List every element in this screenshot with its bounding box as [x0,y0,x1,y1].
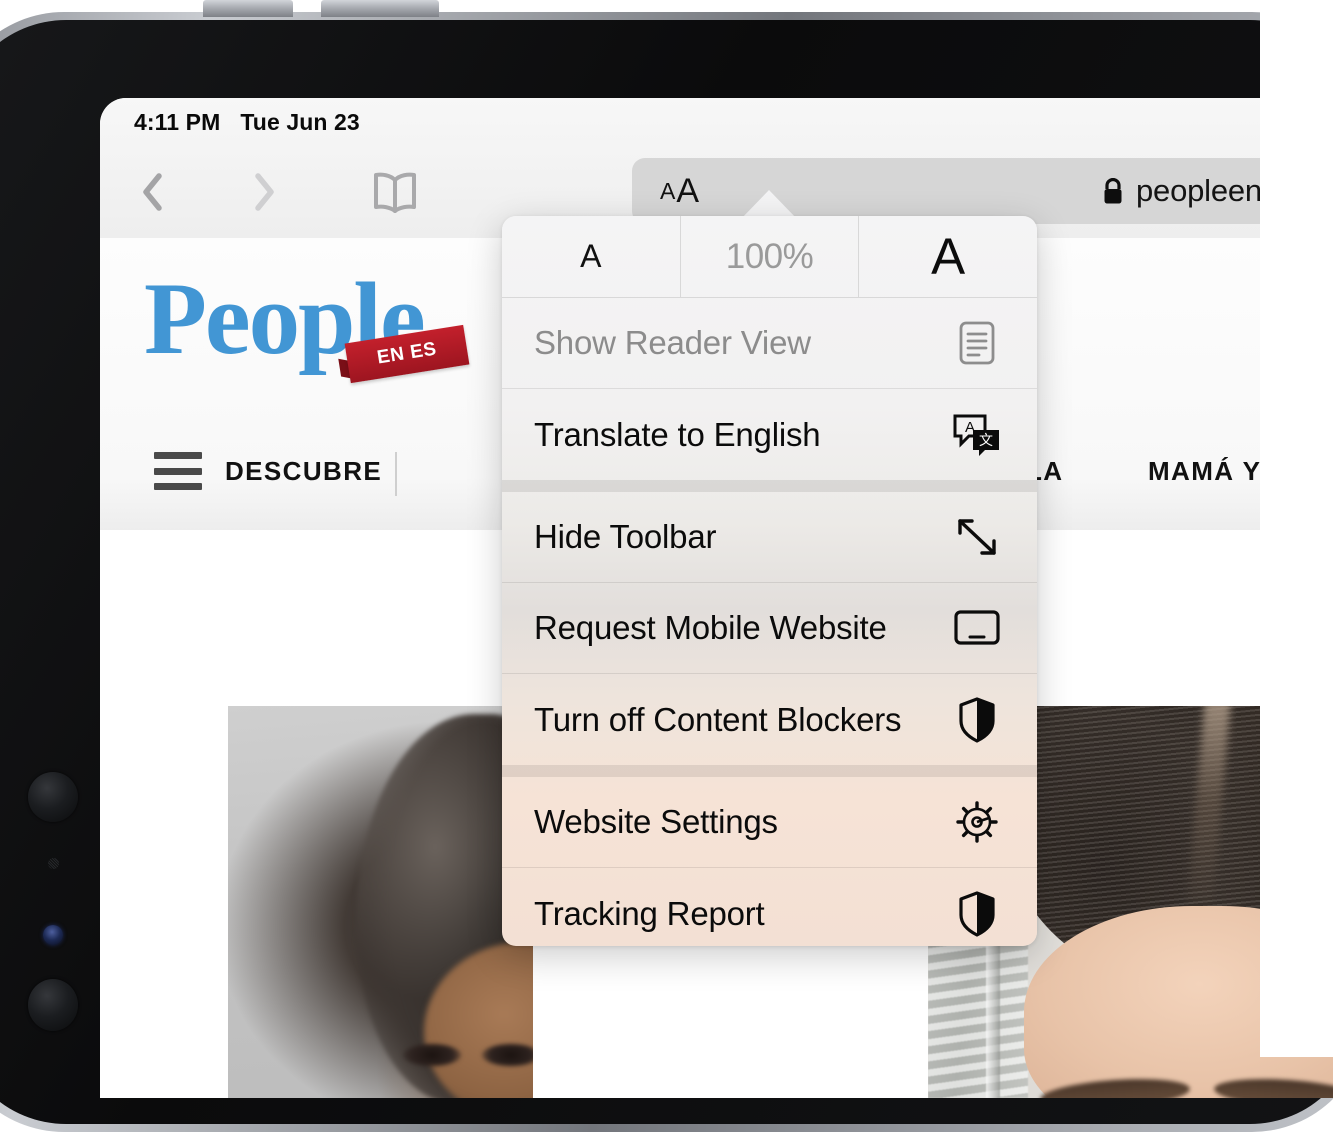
back-button[interactable] [124,164,180,220]
expand-arrows-icon [949,515,1005,559]
photo-eye-right [482,1044,533,1066]
hamburger-bar [154,483,202,490]
chevron-right-icon [253,172,276,212]
status-bar-date: Tue Jun 23 [240,109,359,136]
status-bar-time: 4:11 PM [134,109,220,136]
tablet-icon [949,608,1005,648]
bookmarks-button[interactable] [362,164,428,220]
nav-item-descubre[interactable]: DESCUBRE [225,456,382,487]
menu-item-tracking-report[interactable]: Tracking Report [502,868,1037,946]
volume-down-button[interactable] [321,0,439,17]
menu-item-show-reader-view[interactable]: Show Reader View [502,298,1037,389]
aa-small-label: A [660,178,675,205]
menu-item-label: Turn off Content Blockers [534,701,949,739]
menu-separator-band [502,765,1037,777]
status-bar: 4:11 PM Tue Jun 23 [100,98,1333,146]
menu-item-turn-off-content-blockers[interactable]: Turn off Content Blockers [502,674,1037,765]
shield-icon [949,697,1005,743]
address-bar[interactable]: A A peopleenesp [632,158,1333,224]
svg-text:文: 文 [979,432,993,448]
shield-icon [949,891,1005,937]
forward-button[interactable] [236,164,292,220]
menu-item-label: Show Reader View [534,324,949,362]
translate-icon: A 文 [949,412,1005,458]
menu-item-label: Website Settings [534,803,949,841]
logo-ribbon-label: EN ES [376,338,439,369]
device-screen: 4:11 PM Tue Jun 23 [100,98,1333,1098]
menu-item-hide-toolbar[interactable]: Hide Toolbar [502,492,1037,583]
menu-item-website-settings[interactable]: Website Settings [502,777,1037,868]
menu-item-label: Tracking Report [534,895,949,933]
ambient-light-sensor [43,925,63,945]
menu-item-translate-to-english[interactable]: Translate to English A 文 [502,389,1037,480]
article-photo-left[interactable] [228,706,533,1098]
zoom-increase-button[interactable]: A [858,216,1037,298]
device-frame: 4:11 PM Tue Jun 23 [0,0,1333,1057]
zoom-controls-row: A 100% A [502,216,1037,298]
screen-right-edge [1260,0,1333,1057]
photo-eye-left [403,1044,461,1066]
zoom-decrease-label: A [580,238,601,275]
hamburger-bar [154,468,202,475]
chevron-left-icon [141,172,164,212]
page-settings-popover: A 100% A Show Reader View [502,216,1037,946]
depth-camera-lens [28,979,78,1031]
gear-icon [949,800,1005,844]
microphone-sensor [48,858,59,869]
aa-large-label: A [676,172,699,211]
volume-up-button[interactable] [203,0,293,17]
menu-item-label: Translate to English [534,416,949,454]
hamburger-menu-icon[interactable] [154,452,202,490]
zoom-level-reset-button[interactable]: 100% [680,216,859,298]
menu-item-label: Request Mobile Website [534,609,949,647]
zoom-decrease-button[interactable]: A [502,216,680,298]
zoom-level-label: 100% [726,237,814,277]
front-camera-lens [28,772,78,822]
page-settings-aa-button[interactable]: A A [652,158,707,224]
nav-divider [395,452,397,496]
reader-view-icon [949,320,1005,366]
hamburger-bar [154,452,202,459]
menu-item-request-mobile-website[interactable]: Request Mobile Website [502,583,1037,674]
book-icon [372,171,418,213]
menu-separator-band [502,480,1037,492]
lock-icon [1102,178,1124,205]
menu-item-label: Hide Toolbar [534,518,949,556]
zoom-increase-label: A [931,234,965,280]
